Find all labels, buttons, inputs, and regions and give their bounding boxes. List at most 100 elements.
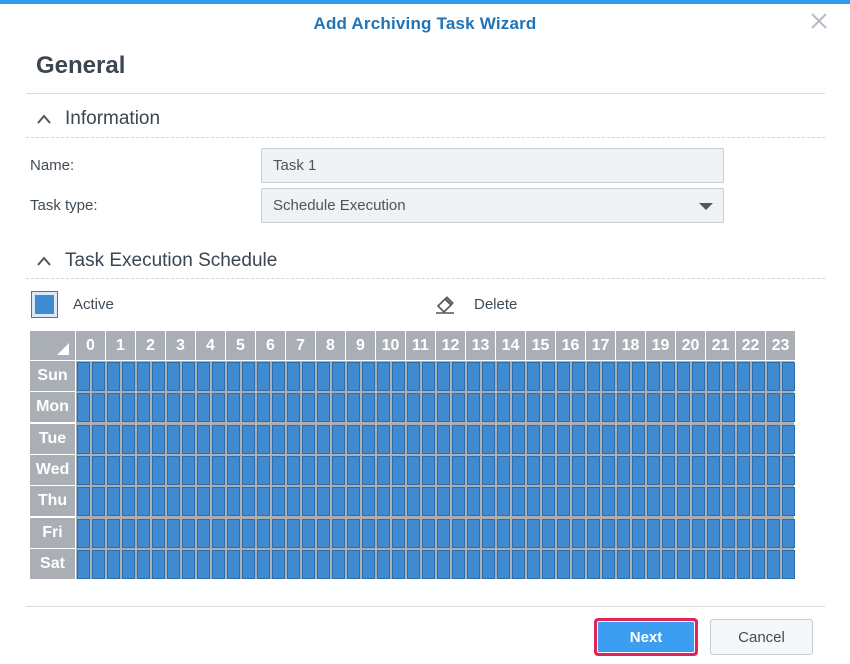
schedule-slot[interactable] [602,518,615,548]
schedule-slot[interactable] [77,549,90,579]
schedule-slot[interactable] [542,487,555,517]
schedule-slot[interactable] [107,424,120,454]
schedule-slot[interactable] [662,393,675,423]
schedule-slot[interactable] [377,393,390,423]
schedule-slot[interactable] [617,518,630,548]
schedule-slot[interactable] [77,362,90,391]
schedule-slot[interactable] [452,424,465,454]
schedule-slot[interactable] [347,549,360,579]
schedule-slot[interactable] [392,549,405,579]
schedule-slot[interactable] [242,393,255,423]
schedule-slot[interactable] [527,455,540,485]
schedule-slot[interactable] [572,424,585,454]
schedule-slot[interactable] [722,549,735,579]
schedule-slot[interactable] [107,455,120,485]
name-field[interactable] [261,148,724,183]
schedule-slot[interactable] [497,424,510,454]
schedule-slot[interactable] [482,455,495,485]
schedule-slot[interactable] [542,424,555,454]
hour-header[interactable]: 11 [406,331,435,360]
schedule-slot[interactable] [392,393,405,423]
schedule-slot[interactable] [137,424,150,454]
schedule-slot[interactable] [197,455,210,485]
hour-header[interactable]: 14 [496,331,525,360]
schedule-slot[interactable] [137,455,150,485]
schedule-slot[interactable] [602,362,615,391]
schedule-slot[interactable] [392,487,405,517]
schedule-slot[interactable] [197,549,210,579]
schedule-slot[interactable] [122,487,135,517]
schedule-slot[interactable] [272,393,285,423]
schedule-slot[interactable] [332,424,345,454]
day-header[interactable]: Sun [30,361,75,391]
schedule-slot[interactable] [482,393,495,423]
schedule-slot[interactable] [722,518,735,548]
schedule-slot[interactable] [227,424,240,454]
schedule-slot[interactable] [737,487,750,517]
schedule-slot[interactable] [632,518,645,548]
schedule-slot[interactable] [257,518,270,548]
schedule-slot[interactable] [167,362,180,391]
schedule-slot[interactable] [617,487,630,517]
schedule-slot[interactable] [317,549,330,579]
schedule-slot[interactable] [452,549,465,579]
schedule-slot[interactable] [107,487,120,517]
schedule-slot[interactable] [767,424,780,454]
schedule-slot[interactable] [152,455,165,485]
schedule-slot[interactable] [287,518,300,548]
schedule-slot[interactable] [422,549,435,579]
schedule-slot[interactable] [332,549,345,579]
schedule-section-toggle[interactable]: Task Execution Schedule [36,247,277,275]
schedule-slot[interactable] [632,362,645,391]
hour-header[interactable]: 22 [736,331,765,360]
schedule-slot[interactable] [122,549,135,579]
schedule-slot[interactable] [392,455,405,485]
schedule-slot[interactable] [632,487,645,517]
schedule-slot[interactable] [317,424,330,454]
schedule-slot[interactable] [707,487,720,517]
schedule-slot[interactable] [647,487,660,517]
schedule-slot[interactable] [752,393,765,423]
schedule-slot[interactable] [242,362,255,391]
schedule-slot[interactable] [632,424,645,454]
schedule-slot[interactable] [677,362,690,391]
schedule-slot[interactable] [587,518,600,548]
schedule-slot[interactable] [452,518,465,548]
next-button[interactable]: Next [594,618,698,656]
schedule-slot[interactable] [407,518,420,548]
day-header[interactable]: Wed [30,454,75,485]
schedule-slot[interactable] [512,362,525,391]
schedule-slot[interactable] [287,362,300,391]
schedule-slot[interactable] [407,549,420,579]
schedule-slot[interactable] [407,362,420,391]
schedule-slot[interactable] [317,393,330,423]
schedule-slot[interactable] [272,549,285,579]
schedule-slot[interactable] [332,487,345,517]
schedule-slot[interactable] [737,455,750,485]
hour-header[interactable]: 9 [346,331,375,360]
schedule-slot[interactable] [182,455,195,485]
schedule-slot[interactable] [482,362,495,391]
schedule-slot[interactable] [557,362,570,391]
schedule-slot[interactable] [92,549,105,579]
schedule-slot[interactable] [587,549,600,579]
schedule-slot[interactable] [767,487,780,517]
schedule-slot[interactable] [137,487,150,517]
schedule-slot[interactable] [197,487,210,517]
schedule-slot[interactable] [602,549,615,579]
schedule-slot[interactable] [452,393,465,423]
schedule-slot[interactable] [512,455,525,485]
schedule-slot[interactable] [692,518,705,548]
schedule-slot[interactable] [212,518,225,548]
schedule-slot[interactable] [497,518,510,548]
schedule-slot[interactable] [782,455,795,485]
schedule-slot[interactable] [497,549,510,579]
schedule-slot[interactable] [497,487,510,517]
schedule-slot[interactable] [782,424,795,454]
hour-header[interactable]: 19 [646,331,675,360]
schedule-slot[interactable] [347,393,360,423]
schedule-slot[interactable] [212,393,225,423]
schedule-slot[interactable] [767,393,780,423]
schedule-slot[interactable] [767,362,780,391]
schedule-slot[interactable] [227,455,240,485]
